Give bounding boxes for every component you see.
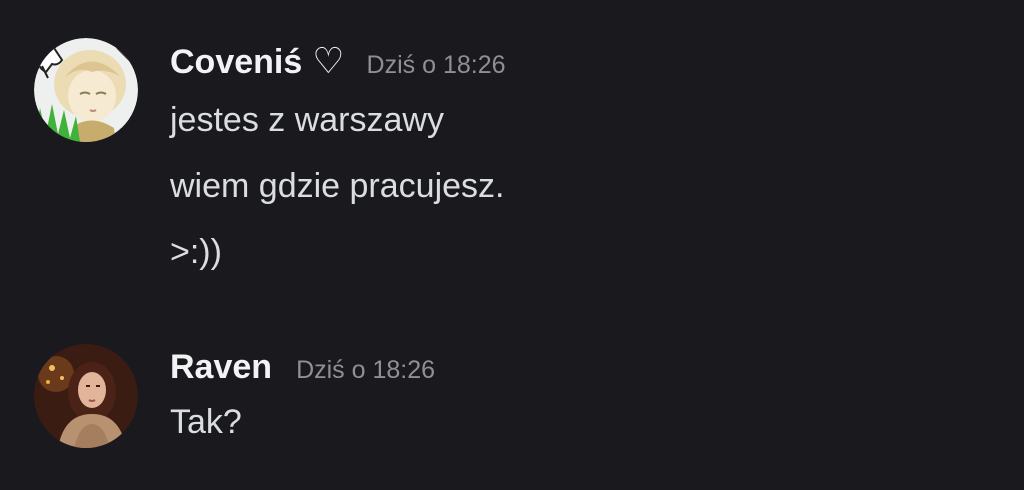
message-header: Raven Dziś o 18:26 — [170, 344, 1004, 390]
message-text: Tak? — [170, 403, 242, 441]
username[interactable]: Raven — [170, 344, 272, 390]
avatar-image — [34, 344, 138, 448]
avatar[interactable] — [34, 38, 138, 142]
chat-log: Coveniś ♡ Dziś o 18:26 jestes z warszawy… — [0, 0, 1024, 490]
message-text: jestes z warszawy — [170, 101, 444, 139]
message-content: Coveniś ♡ Dziś o 18:26 jestes z warszawy… — [170, 38, 1004, 274]
timestamp: Dziś o 18:26 — [366, 51, 506, 79]
avatar[interactable] — [34, 344, 138, 448]
message-text: wiem gdzie pracujesz. — [170, 167, 505, 205]
message-text: >:)) — [170, 233, 222, 271]
message-header: Coveniś ♡ Dziś o 18:26 — [170, 38, 1004, 84]
heart-icon: ♡ — [312, 40, 345, 81]
username[interactable]: Coveniś — [170, 39, 302, 85]
avatar-image — [34, 38, 138, 142]
message-content: Raven Dziś o 18:26 Tak? — [170, 344, 1004, 444]
timestamp: Dziś o 18:26 — [296, 356, 436, 384]
